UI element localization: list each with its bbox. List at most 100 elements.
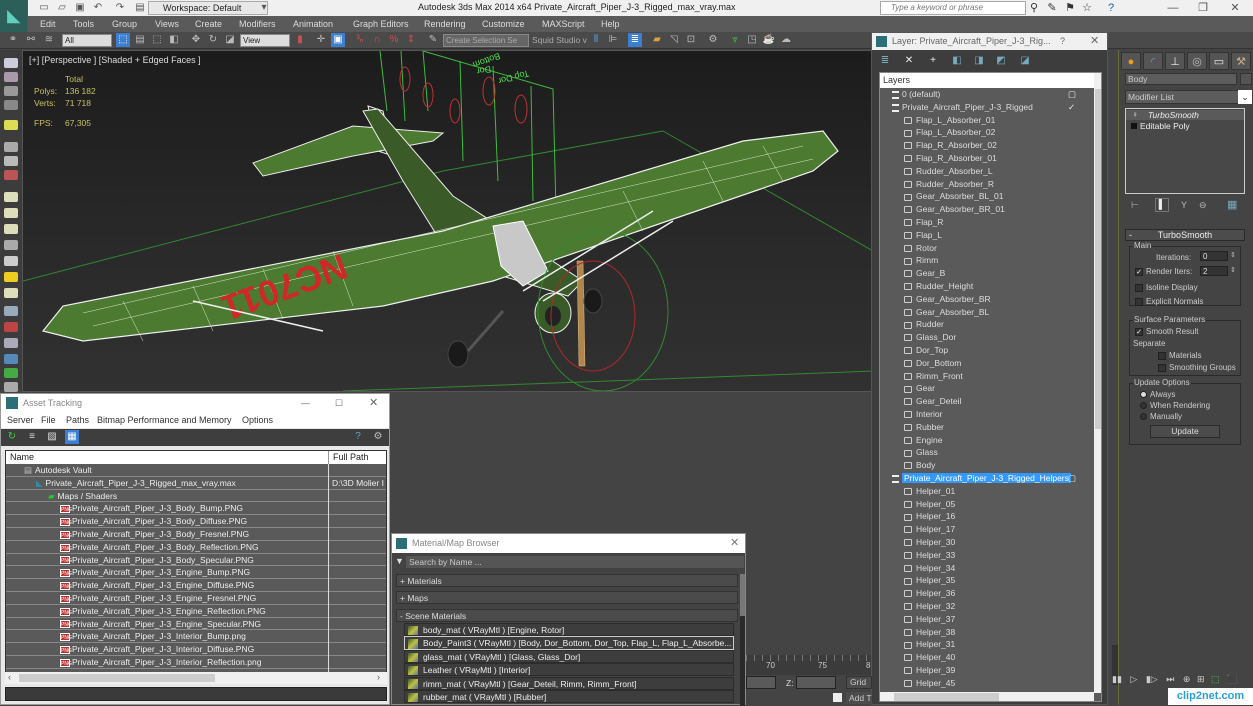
asset-minimize-button[interactable]: — — [301, 394, 310, 412]
menu-views[interactable]: Views — [155, 16, 179, 32]
new-file-icon[interactable]: ▭ — [38, 2, 50, 14]
timeline-ruler[interactable]: 70 75 8 — [746, 655, 871, 675]
object-row[interactable]: Gear_Absorber_BL_01 — [880, 190, 1094, 203]
motion-icon[interactable] — [4, 354, 18, 364]
select-and-link-icon[interactable]: ⚭ — [6, 33, 20, 47]
iterations-spinner-arrows-icon[interactable]: ⇕ — [1230, 251, 1236, 259]
show-end-result-icon[interactable]: ▌ — [1155, 198, 1169, 212]
key-filter-icon[interactable] — [833, 693, 842, 702]
asset-settings-icon[interactable]: ⚙ — [371, 430, 385, 444]
list-icon[interactable] — [4, 86, 18, 96]
light-icon[interactable] — [4, 120, 18, 130]
squid-studio-label[interactable]: Squid Studio v — [532, 35, 587, 45]
object-row[interactable]: Gear — [880, 382, 1094, 395]
perspective-viewport[interactable]: [+] [Perspective ] [Shaded + Edged Faces… — [22, 50, 872, 392]
communication-center-icon[interactable]: ✎ — [1045, 1, 1059, 15]
asset-row[interactable]: PNGPrivate_Aircraft_Piper_J-3_Body_Specu… — [6, 554, 386, 567]
binoculars-icon[interactable]: ⚲ — [1027, 1, 1041, 15]
restore-button[interactable]: ❐ — [1188, 0, 1218, 16]
material-search-input[interactable]: Search by Name ... — [406, 556, 744, 568]
z-coordinate-field[interactable] — [796, 676, 836, 689]
object-row[interactable]: Helper_38 — [880, 626, 1094, 639]
column-full-path[interactable]: Full Path — [328, 451, 369, 464]
asset-horizontal-scrollbar[interactable]: ‹ › — [5, 672, 387, 684]
asset-row[interactable]: ▰ Maps / Shaders — [6, 490, 386, 503]
rendered-frame-window-icon[interactable]: ◳ — [745, 33, 759, 47]
layer-scroll-thumb[interactable] — [1095, 89, 1101, 429]
y-coordinate-field[interactable] — [746, 676, 776, 689]
keyboard-shortcut-override-icon[interactable]: ▣ — [331, 33, 345, 47]
layer-help-button[interactable]: ? — [1060, 33, 1065, 50]
material-editor-icon[interactable]: ⚙ — [706, 33, 720, 47]
modifier-stack[interactable]: ♀ TurboSmooth Editable Poly — [1125, 108, 1245, 194]
asset-menu-options[interactable]: Options — [242, 415, 273, 425]
display-tab-icon[interactable]: ▭ — [1209, 52, 1229, 70]
particle-icon[interactable] — [4, 306, 18, 316]
utilities-icon[interactable] — [4, 382, 18, 392]
object-row[interactable]: Dor_Top — [880, 344, 1094, 357]
configure-modifier-sets-icon[interactable]: ▦ — [1227, 198, 1237, 211]
object-row[interactable]: Rudder_Absorber_L — [880, 165, 1094, 178]
selection-filter-dropdown[interactable]: All — [62, 34, 112, 47]
menu-modifiers[interactable]: Modifiers — [239, 16, 276, 32]
layer-row[interactable]: 0 (default) ▢ — [880, 88, 1094, 101]
schematic-view-icon[interactable]: ⊡ — [684, 33, 698, 47]
create-tab-icon[interactable]: ● — [1121, 52, 1141, 70]
layer-horizontal-scrollbar[interactable] — [880, 692, 1094, 701]
layer-tree[interactable]: Layers 0 (default) ▢ Private_Aircraft_Pipe… — [879, 72, 1102, 702]
move-icon[interactable]: ✥ — [189, 33, 203, 47]
menu-rendering[interactable]: Rendering — [424, 16, 466, 32]
object-row[interactable]: Rotor — [880, 242, 1094, 255]
object-row[interactable]: Rimm_Front — [880, 370, 1094, 383]
render-iters-checkbox[interactable]: ✓ Render Iters: — [1135, 267, 1192, 276]
material-browser-title-bar[interactable]: Material/Map Browser ✕ — [392, 534, 745, 553]
asset-row[interactable]: PNGPrivate_Aircraft_Piper_J-3_Body_Bump.… — [6, 502, 386, 516]
when-rendering-radio[interactable]: When Rendering — [1140, 401, 1210, 410]
favorites-star-icon[interactable]: ☆ — [1080, 1, 1094, 15]
asset-maximize-button[interactable]: ☐ — [335, 394, 343, 412]
app-menu-button[interactable]: ◣ — [0, 0, 28, 32]
object-row[interactable]: Gear_Absorber_BL — [880, 306, 1094, 319]
object-row[interactable]: Rimm — [880, 254, 1094, 267]
asset-row[interactable]: PNGPrivate_Aircraft_Piper_J-3_Interior_R… — [6, 656, 386, 669]
box-icon[interactable] — [4, 192, 18, 202]
menu-maxscript[interactable]: MAXScript — [542, 16, 585, 32]
isoline-display-checkbox[interactable]: Isoline Display — [1135, 283, 1198, 292]
motion-tab-icon[interactable]: ◎ — [1187, 52, 1207, 70]
pivot-center-icon[interactable]: ▮ — [293, 33, 307, 47]
window-crossing-icon[interactable]: ◧ — [167, 33, 181, 47]
layers-column-header[interactable]: Layers — [880, 73, 1094, 88]
render-iters-spinner-arrows-icon[interactable]: ⇕ — [1230, 266, 1236, 274]
next-frame-icon[interactable]: ▮▷ — [1146, 674, 1158, 684]
geosphere-icon[interactable] — [4, 288, 18, 298]
object-row[interactable]: Helper_39 — [880, 664, 1094, 677]
material-row[interactable]: Leather ( VRayMtl ) [Interior] — [404, 663, 734, 677]
list-view-icon[interactable]: ≡ — [25, 430, 39, 444]
material-row[interactable]: body_mat ( VRayMtl ) [Engine, Rotor] — [404, 623, 734, 637]
object-row[interactable]: Helper_16 — [880, 510, 1094, 523]
object-name-field[interactable]: Body — [1125, 73, 1237, 85]
go-to-end-icon[interactable]: ⏭ — [1166, 674, 1174, 684]
object-row[interactable]: Rudder_Absorber_R — [880, 178, 1094, 191]
object-row[interactable]: Flap_R_Absorber_02 — [880, 139, 1094, 152]
current-layer-check-icon[interactable]: ✓ — [1068, 101, 1075, 114]
object-row[interactable]: Gear_B — [880, 267, 1094, 280]
material-scroll-thumb[interactable] — [740, 574, 745, 616]
thumbnail-view-icon[interactable]: ▨ — [45, 430, 59, 444]
object-row[interactable]: Helper_40 — [880, 651, 1094, 664]
object-row[interactable]: Flap_L — [880, 229, 1094, 242]
open-file-icon[interactable]: ▱ — [56, 2, 68, 14]
modifier-list-dropdown[interactable]: Modifier List — [1125, 90, 1239, 104]
play-icon[interactable]: ▷ — [1130, 674, 1137, 684]
viewport-layout-icon[interactable] — [4, 58, 18, 68]
object-row[interactable]: Helper_35 — [880, 574, 1094, 587]
grid-dropdown[interactable]: Grid — [846, 676, 872, 689]
undo-icon[interactable]: ↶ — [92, 2, 104, 14]
aircraft-model[interactable]: Bottom Dor Top Dor NC7011 — [23, 51, 872, 392]
prev-frame-icon[interactable]: ▮▮ — [1112, 674, 1122, 684]
render-production-icon[interactable]: ☕ — [762, 33, 776, 47]
menu-customize[interactable]: Customize — [482, 16, 525, 32]
add-time-tag-button[interactable]: Add T — [846, 692, 872, 704]
asset-row[interactable]: ▤ Autodesk Vault — [6, 464, 386, 477]
turbosmooth-rollout-header[interactable]: - TurboSmooth — [1125, 229, 1245, 241]
